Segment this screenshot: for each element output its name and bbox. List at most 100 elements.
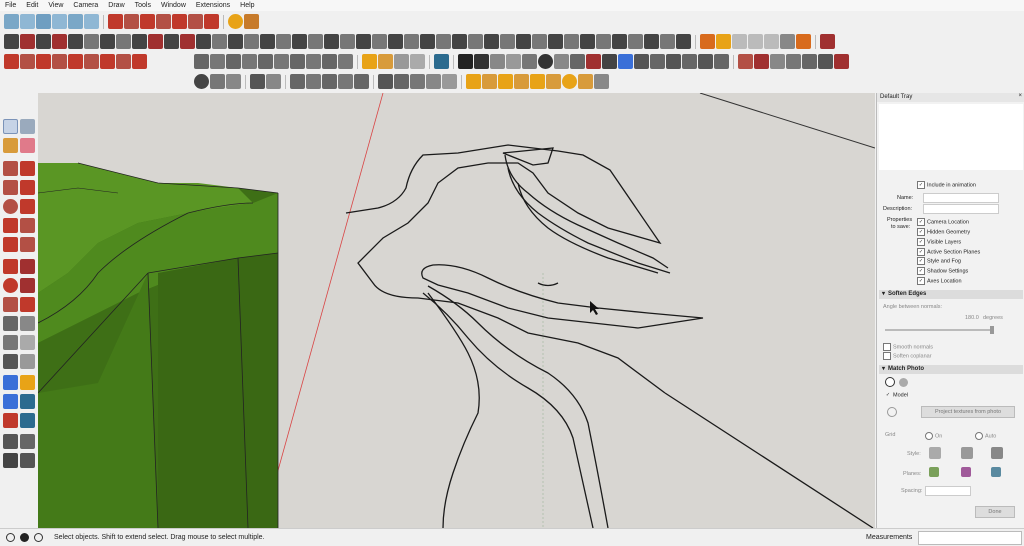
play-animation-icon[interactable] <box>716 34 731 49</box>
solid-icon[interactable] <box>612 34 627 49</box>
patch-icon[interactable] <box>468 34 483 49</box>
protractor-tool-icon[interactable] <box>3 335 18 350</box>
grid-auto-row[interactable]: Auto <box>975 432 996 440</box>
layer-3-icon[interactable] <box>770 54 785 69</box>
axes-icon[interactable] <box>514 74 529 89</box>
play-icon[interactable] <box>458 54 473 69</box>
property-checkbox[interactable]: ✓ <box>917 238 925 246</box>
stretch-icon[interactable] <box>372 34 387 49</box>
pin-icon[interactable] <box>796 34 811 49</box>
chamfer-icon[interactable] <box>180 34 195 49</box>
two-point-arc-icon[interactable] <box>20 218 35 233</box>
pause-icon[interactable] <box>732 34 747 49</box>
model-canvas[interactable] <box>38 93 875 528</box>
polyline-icon[interactable] <box>36 34 51 49</box>
contour-lines[interactable] <box>345 144 874 528</box>
rewind-icon[interactable] <box>764 34 779 49</box>
sun-icon[interactable] <box>562 74 577 89</box>
table-icon[interactable] <box>250 74 265 89</box>
offset-icon[interactable] <box>196 34 211 49</box>
tape-measure-icon[interactable] <box>3 316 18 331</box>
back-edges-icon[interactable] <box>258 54 273 69</box>
axis-tool-3-icon[interactable] <box>36 54 51 69</box>
sandbox-scratch-icon[interactable] <box>124 14 139 29</box>
check-icon[interactable] <box>194 74 209 89</box>
component-icon[interactable] <box>362 54 377 69</box>
surface-icon[interactable] <box>420 34 435 49</box>
zoom-tool-icon[interactable] <box>3 394 18 409</box>
measurements-input[interactable] <box>918 531 1022 545</box>
warehouse-icon[interactable] <box>228 14 243 29</box>
axis-tool-5-icon[interactable] <box>68 54 83 69</box>
layer-5-icon[interactable] <box>802 54 817 69</box>
quad-icon[interactable] <box>500 34 515 49</box>
section-cut-icon[interactable] <box>210 54 225 69</box>
protractor-icon[interactable] <box>466 74 481 89</box>
grid-style-1-icon[interactable] <box>929 447 941 459</box>
axis-tool-4-icon[interactable] <box>52 54 67 69</box>
flip-edge-icon[interactable] <box>204 14 219 29</box>
soften-coplanar-checkbox[interactable] <box>883 352 891 360</box>
scale-tool-icon[interactable] <box>3 297 18 312</box>
thicken-icon[interactable] <box>596 34 611 49</box>
three-point-arc-icon[interactable] <box>3 237 18 252</box>
wall-icon[interactable] <box>322 74 337 89</box>
shell-icon[interactable] <box>276 34 291 49</box>
property-checkbox[interactable]: ✓ <box>917 228 925 236</box>
crosshair-icon[interactable] <box>887 407 897 417</box>
rotated-rectangle-icon[interactable] <box>20 180 35 195</box>
walk-tool-icon[interactable] <box>3 453 18 468</box>
make-component-icon[interactable] <box>20 119 35 134</box>
drape-icon[interactable] <box>172 14 187 29</box>
make-faces-icon[interactable] <box>700 34 715 49</box>
stairs-icon[interactable] <box>266 74 281 89</box>
terrain-model[interactable] <box>38 162 279 528</box>
divide-icon[interactable] <box>260 34 275 49</box>
rectangle-icon[interactable] <box>3 180 18 195</box>
rotate-icon[interactable] <box>714 54 729 69</box>
polygon-icon[interactable] <box>20 199 35 214</box>
line-tool-icon[interactable] <box>602 54 617 69</box>
menu-extensions[interactable]: Extensions <box>191 2 235 9</box>
scale-icon[interactable] <box>682 54 697 69</box>
settings-icon[interactable] <box>538 54 553 69</box>
relax-icon[interactable] <box>564 34 579 49</box>
top-view-icon[interactable] <box>20 14 35 29</box>
paint-icon[interactable] <box>3 138 18 153</box>
section-fill-icon[interactable] <box>226 54 241 69</box>
grid-auto-radio[interactable] <box>975 432 983 440</box>
mesh-icon[interactable] <box>484 34 499 49</box>
pencil-icon[interactable] <box>3 161 18 176</box>
3d-text-tool-icon[interactable] <box>20 354 35 369</box>
offset-tool-icon[interactable] <box>20 297 35 312</box>
frame-icon[interactable] <box>490 54 505 69</box>
smooth-normals-checkbox[interactable] <box>883 343 891 351</box>
curve-tool-icon[interactable] <box>4 34 19 49</box>
xray-icon[interactable] <box>242 54 257 69</box>
paint-bucket-icon[interactable] <box>378 54 393 69</box>
unfold-icon[interactable] <box>660 34 675 49</box>
3d-text-icon[interactable] <box>530 74 545 89</box>
property-checkbox[interactable]: ✓ <box>917 248 925 256</box>
bend-icon[interactable] <box>340 34 355 49</box>
catmull-icon[interactable] <box>68 34 83 49</box>
pie-icon[interactable] <box>20 237 35 252</box>
layer-2-icon[interactable] <box>754 54 769 69</box>
zoom-extents-tool-icon[interactable] <box>3 413 18 428</box>
normal-push-icon[interactable] <box>116 34 131 49</box>
materials-icon[interactable] <box>394 54 409 69</box>
spline-icon[interactable] <box>52 34 67 49</box>
weld-icon[interactable] <box>292 34 307 49</box>
previous-view-icon[interactable] <box>20 413 35 428</box>
layer-6-icon[interactable] <box>818 54 833 69</box>
match-photo-header[interactable]: ▾ Match Photo <box>879 365 1023 374</box>
monochrome-icon[interactable] <box>338 54 353 69</box>
section-plane-icon[interactable] <box>194 54 209 69</box>
wrap-icon[interactable] <box>436 34 451 49</box>
crease-icon[interactable] <box>532 34 547 49</box>
joint-push-icon[interactable] <box>100 34 115 49</box>
subd-icon[interactable] <box>516 34 531 49</box>
triangle-icon[interactable] <box>570 54 585 69</box>
property-shadow-settings[interactable]: ✓ Shadow Settings <box>917 267 968 275</box>
property-hidden-geometry[interactable]: ✓ Hidden Geometry <box>917 228 970 236</box>
